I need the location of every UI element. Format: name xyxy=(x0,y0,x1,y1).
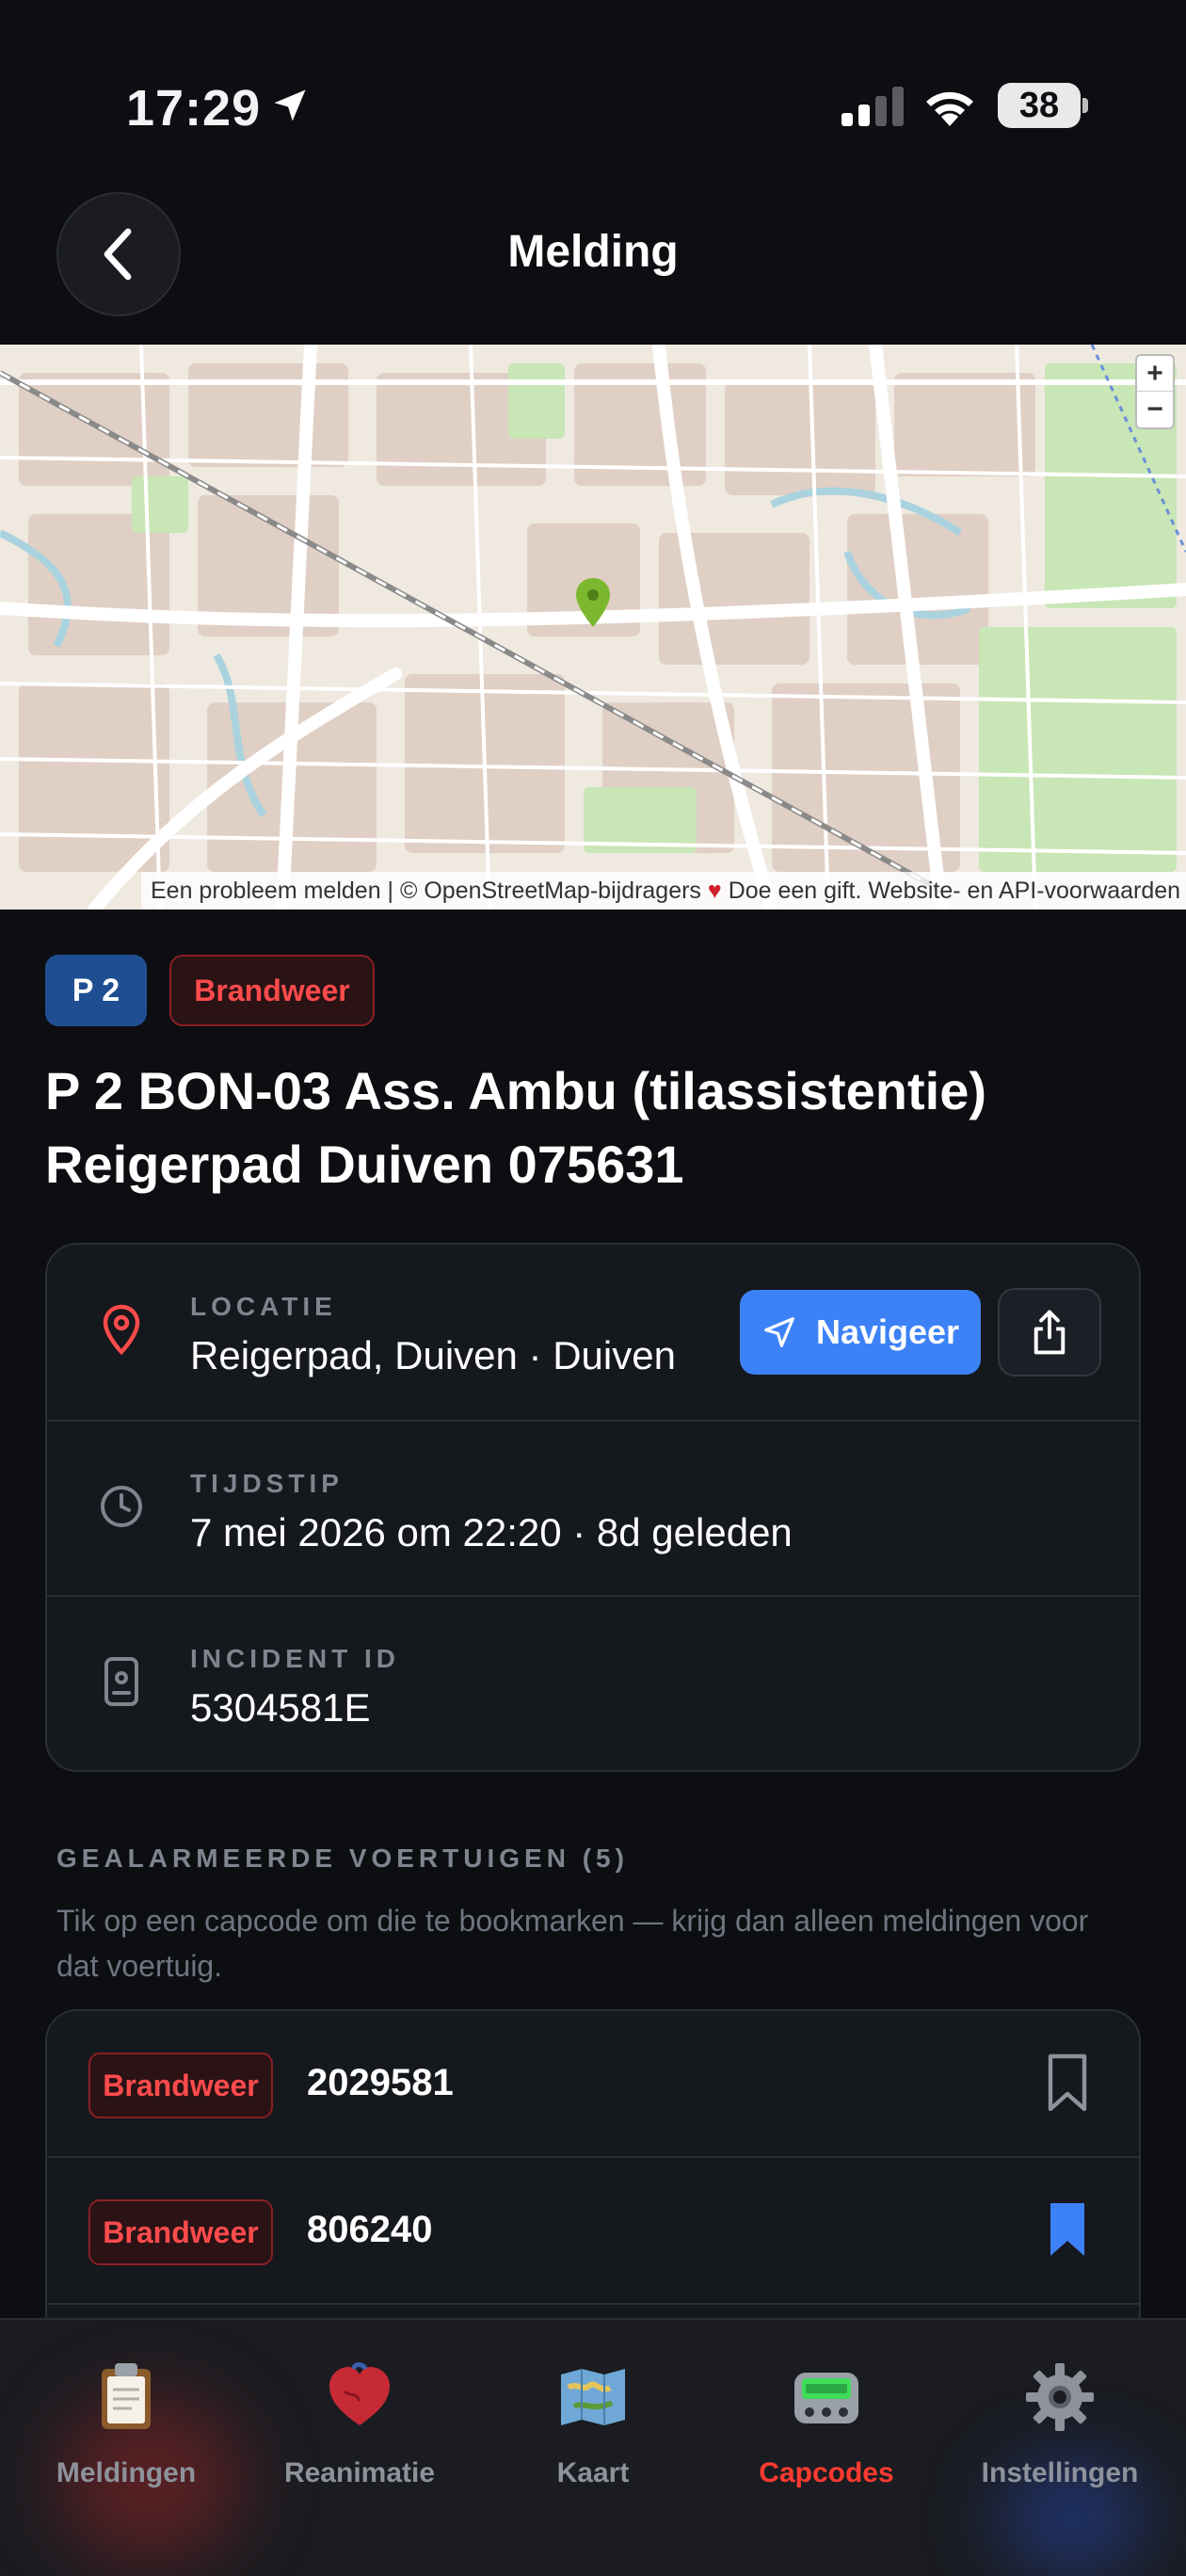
vehicle-service-badge: Brandweer xyxy=(88,2199,273,2265)
tab-bar: Meldingen Reanimatie Kaart Capcodes Inst… xyxy=(0,2318,1186,2576)
attribution-text-1[interactable]: Een probleem melden | © OpenStreetMap-bi… xyxy=(151,877,701,904)
incident-info-card: LOCATIE Reigerpad, Duiven · Duiven Navig… xyxy=(45,1243,1141,1772)
heart-icon xyxy=(329,2362,390,2425)
map-icon xyxy=(561,2369,625,2425)
navigate-label: Navigeer xyxy=(815,1312,960,1351)
page-title: Melding xyxy=(507,227,679,277)
battery-level: 38 xyxy=(998,83,1081,128)
incident-id-value: 5304581E xyxy=(190,1685,371,1730)
incident-title: P 2 BON-03 Ass. Ambu (tilassistentie) Re… xyxy=(45,1061,986,1194)
map-zoom-control: + − xyxy=(1135,354,1175,429)
tab-instellingen[interactable]: Instellingen xyxy=(941,2354,1178,2514)
bookmark-filled-icon[interactable] xyxy=(1045,2199,1090,2260)
incident-id-row: INCIDENT ID 5304581E xyxy=(47,1595,1139,1770)
gear-icon xyxy=(1026,2363,1094,2431)
tab-label: Kaart xyxy=(556,2457,630,2488)
vehicles-hint: Tik op een capcode om die te bookmarken … xyxy=(56,1904,1089,1983)
zoom-in-button[interactable]: + xyxy=(1137,356,1173,392)
vehicles-section-title: GEALARMEERDE VOERTUIGEN (5) xyxy=(56,1843,629,1873)
tab-label: Capcodes xyxy=(759,2457,894,2488)
incident-id-label: INCIDENT ID xyxy=(190,1644,400,1673)
tab-kaart[interactable]: Kaart xyxy=(474,2354,712,2514)
navigation-arrow-icon xyxy=(764,1317,794,1347)
map-marker-icon[interactable] xyxy=(576,578,610,627)
heart-icon: ♥ xyxy=(707,877,722,904)
time-label: TIJDSTIP xyxy=(190,1469,344,1498)
status-bar: 17:29 38 xyxy=(0,0,1186,179)
service-badge: Brandweer xyxy=(169,955,375,1026)
location-arrow-icon xyxy=(274,89,306,121)
pager-icon xyxy=(794,2373,858,2423)
battery-indicator: 38 xyxy=(998,83,1088,128)
share-icon xyxy=(1034,1310,1066,1355)
wifi-icon xyxy=(926,91,973,126)
incident-detail-screen: 17:29 38 Melding + − Een probleem melden… xyxy=(0,0,1186,2576)
status-time: 17:29 xyxy=(126,80,262,137)
location-label: LOCATIE xyxy=(190,1292,337,1321)
vehicle-row[interactable]: Brandweer 2029581 xyxy=(47,2011,1139,2158)
time-value: 7 mei 2026 om 22:20 · 8d geleden xyxy=(190,1510,793,1554)
vehicle-row[interactable]: Brandweer 806240 xyxy=(47,2158,1139,2305)
navigate-button[interactable]: Navigeer xyxy=(740,1290,981,1375)
share-button[interactable] xyxy=(998,1288,1101,1377)
bookmark-outline-icon[interactable] xyxy=(1045,2053,1090,2113)
location-row: LOCATIE Reigerpad, Duiven · Duiven Navig… xyxy=(47,1245,1139,1420)
priority-badge: P 2 xyxy=(45,955,147,1026)
cellular-signal-icon xyxy=(841,87,904,126)
tab-reanimatie[interactable]: Reanimatie xyxy=(241,2354,478,2514)
zoom-out-button[interactable]: − xyxy=(1137,392,1173,427)
clock-icon xyxy=(101,1486,142,1527)
vehicle-service-badge: Brandweer xyxy=(88,2053,273,2118)
tab-capcodes[interactable]: Capcodes xyxy=(708,2354,945,2514)
tab-meldingen[interactable]: Meldingen xyxy=(8,2354,245,2514)
id-badge-icon xyxy=(104,1657,138,1706)
location-value: Reigerpad, Duiven · Duiven xyxy=(190,1333,676,1377)
vehicle-capcode[interactable]: 806240 xyxy=(307,2209,432,2251)
tab-label: Instellingen xyxy=(981,2457,1139,2488)
clipboard-icon xyxy=(102,2363,151,2429)
map-pin-icon xyxy=(103,1304,140,1356)
incident-map[interactable] xyxy=(0,345,1186,910)
attribution-text-2[interactable]: Doe een gift. Website- en API-voorwaarde… xyxy=(729,877,1180,904)
battery-cap xyxy=(1082,98,1088,113)
vehicle-capcode[interactable]: 2029581 xyxy=(307,2062,454,2104)
tab-label: Meldingen xyxy=(56,2457,197,2488)
map-attribution[interactable]: Een probleem melden | © OpenStreetMap-bi… xyxy=(141,872,1186,910)
tab-label: Reanimatie xyxy=(283,2457,436,2488)
time-row: TIJDSTIP 7 mei 2026 om 22:20 · 8d gelede… xyxy=(47,1420,1139,1595)
map-tiles xyxy=(0,345,1186,910)
